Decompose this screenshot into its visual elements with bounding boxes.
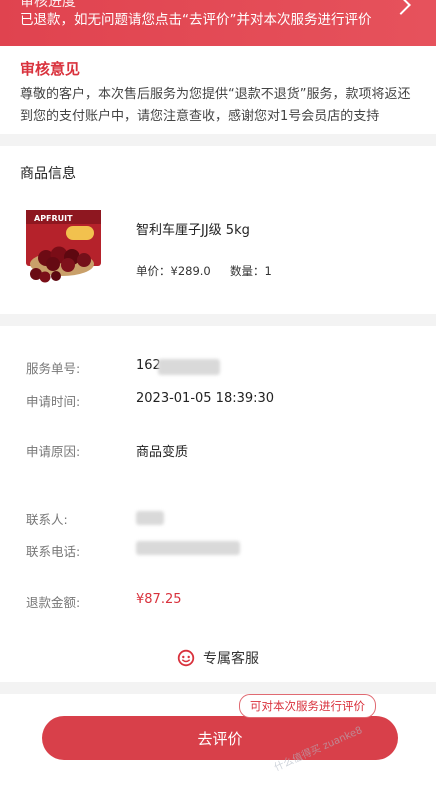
apply-time-value: 2023-01-05 18:39:30 <box>136 391 275 406</box>
redacted-phone-number <box>136 541 240 555</box>
chevron-right-icon[interactable] <box>391 0 411 15</box>
service-info-card: 服务单号: 162 申请时间: 2023-01-05 18:39:30 申请原因… <box>0 326 436 682</box>
redacted-order-number <box>158 359 220 375</box>
contact-label: 联系人: <box>26 512 68 527</box>
product-image-text: APFRUIT <box>34 214 73 223</box>
review-tooltip: 可对本次服务进行评价 <box>239 694 376 718</box>
refund-amount-label: 退款金额: <box>26 595 81 610</box>
apply-reason-value: 商品变质 <box>136 445 189 460</box>
apply-reason-label: 申请原因: <box>26 444 81 459</box>
review-opinion-text: 尊敬的客户，本次售后服务为您提供“退款不退货”服务，款项将返还到您的支付账户中，… <box>20 87 411 124</box>
customer-service-label: 专属客服 <box>203 651 259 667</box>
refund-amount-value: ¥87.25 <box>136 592 182 607</box>
product-info-card: 商品信息 APFRUIT 智利车厘子JJ级 5kg 单价：¥289.0 数量：1 <box>0 146 436 314</box>
product-unit-price: 单价：¥289.0 <box>136 264 211 278</box>
service-order-label: 服务单号: <box>26 361 81 376</box>
banner-description: 已退款，如无问题请您点击“去评价”并对本次服务进行评价 <box>20 12 372 28</box>
review-opinion-card: 审核意见 尊敬的客户，本次售后服务为您提供“退款不退货”服务，款项将返还到您的支… <box>0 46 436 134</box>
customer-service-icon <box>177 649 195 667</box>
redacted-contact-name <box>136 511 164 525</box>
product-image[interactable]: APFRUIT <box>26 206 101 284</box>
apply-time-label: 申请时间: <box>26 394 81 409</box>
product-section-title: 商品信息 <box>20 166 76 182</box>
bottom-action-bar: 去评价 可对本次服务进行评价 <box>0 694 436 800</box>
review-opinion-title: 审核意见 <box>20 60 81 78</box>
refund-status-banner[interactable]: 审核进度 已退款，如无问题请您点击“去评价”并对本次服务进行评价 <box>0 0 436 46</box>
phone-label: 联系电话: <box>26 544 81 559</box>
product-name[interactable]: 智利车厘子JJ级 5kg <box>136 219 250 238</box>
product-quantity: 数量：1 <box>230 264 272 278</box>
customer-service-link[interactable]: 专属客服 <box>0 648 436 671</box>
